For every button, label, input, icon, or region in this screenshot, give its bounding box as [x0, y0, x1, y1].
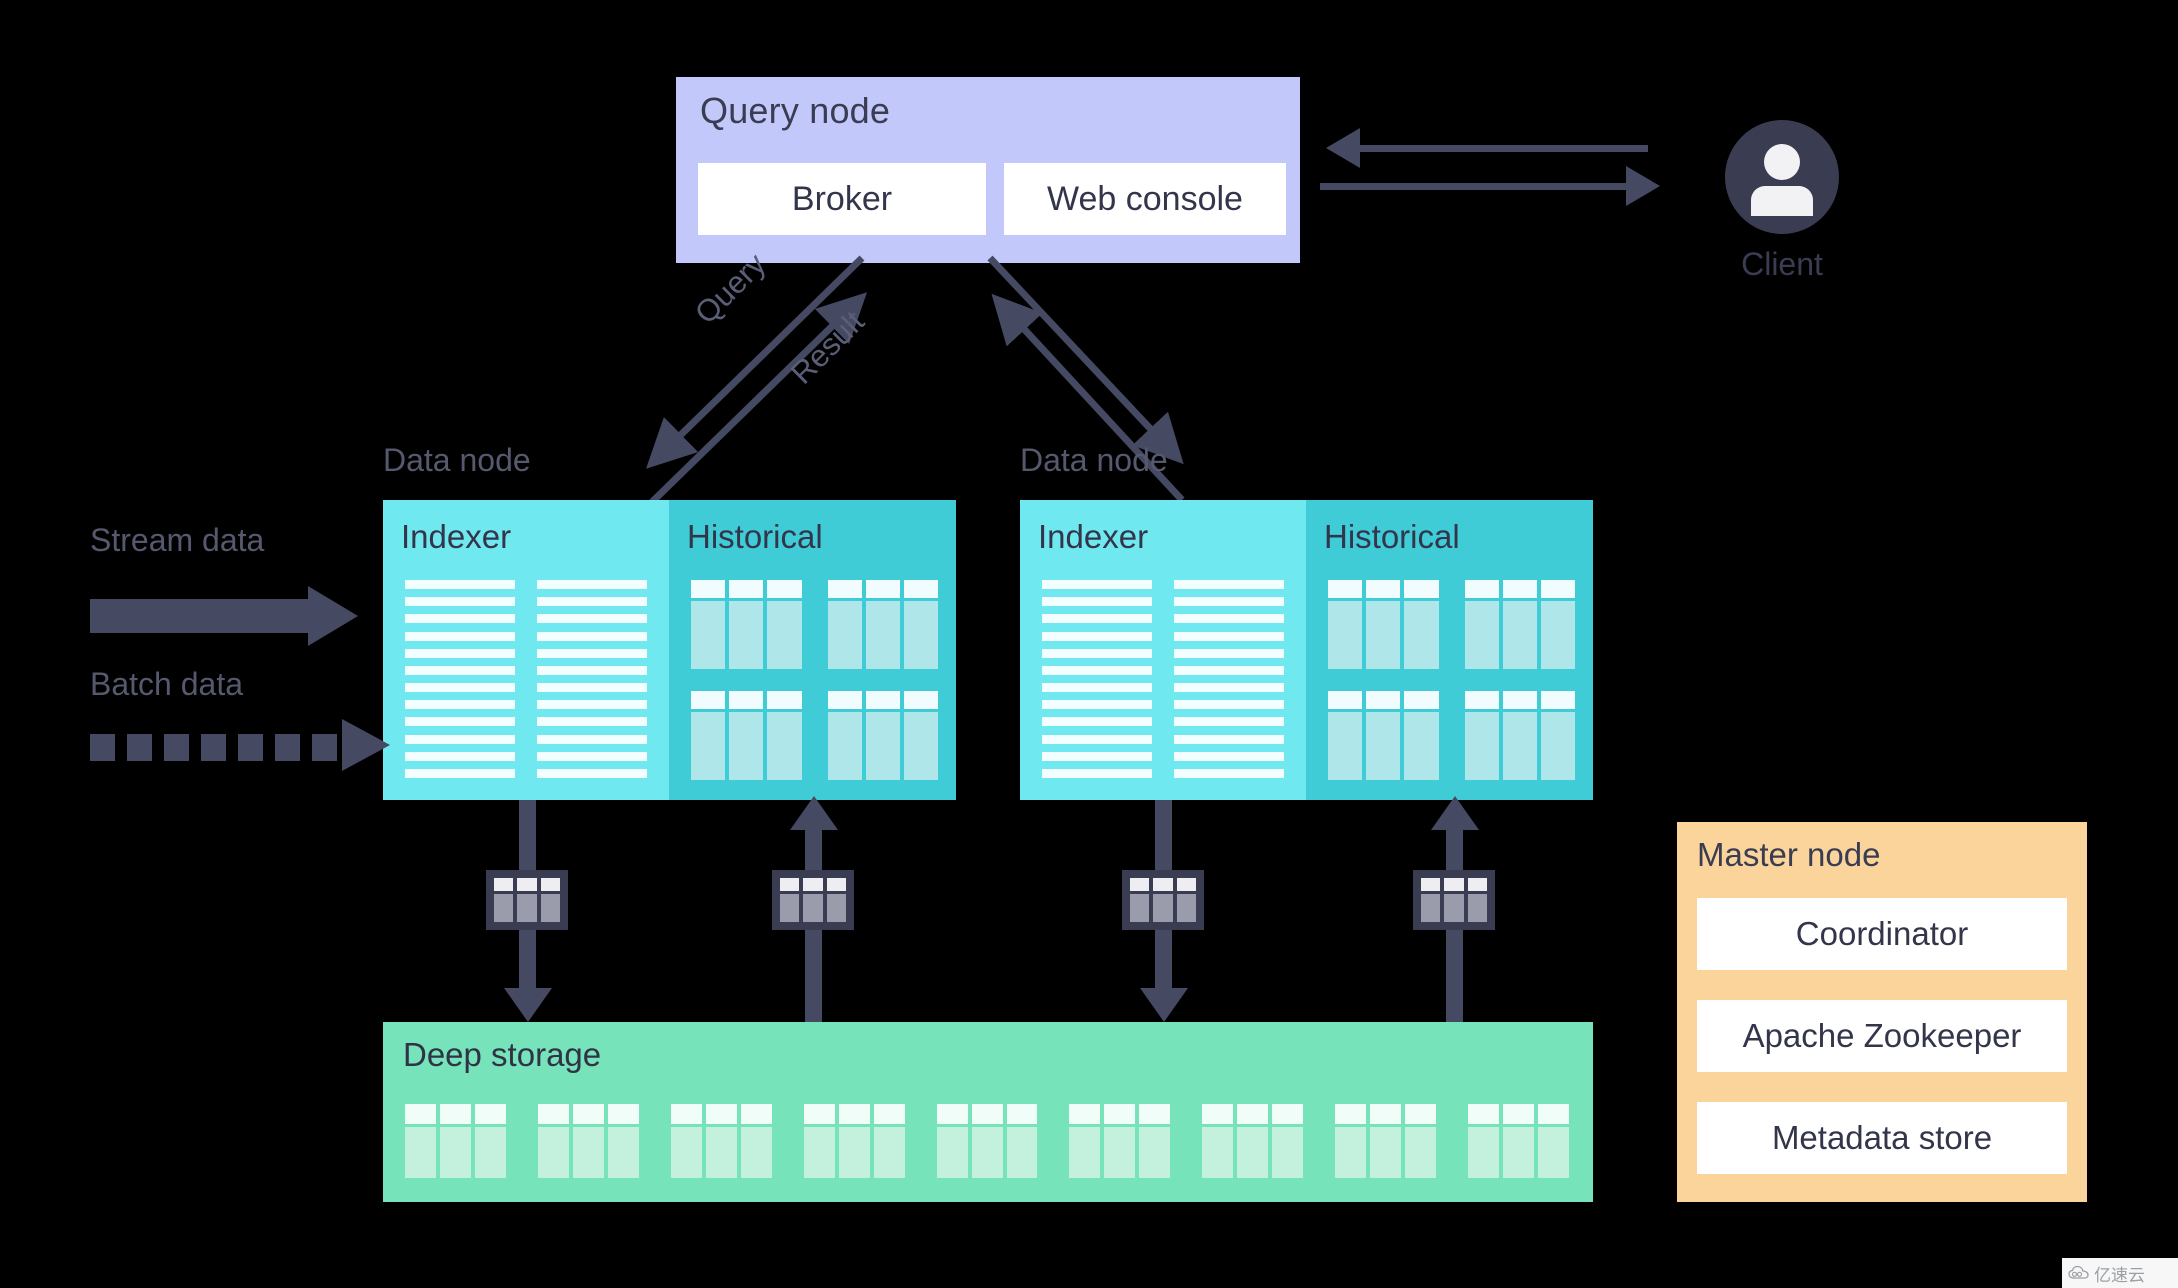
segment-block [1335, 1104, 1437, 1178]
web-console-box[interactable]: Web console [1004, 163, 1286, 235]
arrowhead-down-icon [504, 988, 552, 1022]
segment-icon [772, 870, 854, 930]
data-node-2-caption: Data node [1020, 442, 1168, 478]
segment-block [670, 1104, 772, 1178]
indexer-pane-2: Indexer [1020, 500, 1306, 800]
historical-segments-1 [691, 580, 939, 780]
segment-block [827, 691, 939, 780]
person-body-icon [1751, 186, 1813, 216]
data-node-1: Indexer Historical [383, 500, 956, 800]
deep-storage-title: Deep storage [403, 1036, 602, 1073]
indexer-pane-1: Indexer [383, 500, 669, 800]
broker-box[interactable]: Broker [698, 163, 986, 235]
client-to-query-line [1320, 183, 1630, 190]
deep-storage-panel: Deep storage [383, 1022, 1593, 1202]
arrowhead-up-icon [790, 796, 838, 830]
master-node-title: Master node [1697, 836, 1881, 873]
watermark: 亿速云 [2062, 1258, 2178, 1288]
arrowhead-down-icon [1140, 988, 1188, 1022]
segment-block [827, 580, 939, 669]
coordinator-box[interactable]: Coordinator [1697, 898, 2067, 970]
segment-block [691, 691, 802, 780]
batch-dashes [90, 734, 337, 761]
metadata-store-box[interactable]: Metadata store [1697, 1102, 2067, 1174]
result-to-client-line [1360, 145, 1648, 152]
historical-title-1: Historical [687, 518, 823, 555]
query-arrow-line-2 [987, 255, 1184, 465]
segment-icon [1413, 870, 1495, 930]
historical-pane-2: Historical [1306, 500, 1593, 800]
watermark-text: 亿速云 [2094, 1265, 2145, 1285]
cloud-icon [2068, 1265, 2089, 1279]
segment-block [1328, 580, 1439, 669]
batch-data-arrow [90, 719, 400, 771]
segment-block [1069, 1104, 1171, 1178]
zookeeper-box[interactable]: Apache Zookeeper [1697, 1000, 2067, 1072]
indexer-rows-1 [405, 580, 647, 778]
batch-data-label: Batch data [90, 666, 243, 702]
segment-block [537, 1104, 639, 1178]
client-label: Client [1741, 246, 1823, 282]
segment-block [1468, 1104, 1570, 1178]
indexer-column [1042, 580, 1152, 778]
arrowhead-right-icon [1626, 166, 1660, 206]
historical-title-2: Historical [1324, 518, 1460, 555]
segment-block [1328, 691, 1439, 780]
segment-block [691, 580, 802, 669]
segment-block [405, 1104, 506, 1178]
segment-block [936, 1104, 1038, 1178]
segment-icon [1122, 870, 1204, 930]
stream-data-label: Stream data [90, 522, 265, 558]
indexer-column [405, 580, 515, 778]
stream-data-arrow [90, 586, 360, 646]
segment-block [1464, 691, 1576, 780]
segment-block [1202, 1104, 1304, 1178]
indexer-rows-2 [1042, 580, 1284, 778]
master-node-panel: Master node Coordinator Apache Zookeeper… [1677, 822, 2087, 1202]
arrowhead-up-icon [1431, 796, 1479, 830]
client-group: Client [1677, 120, 1887, 283]
segment-block [1464, 580, 1576, 669]
query-node-panel: Query node Broker Web console [676, 77, 1300, 263]
deep-storage-segments [405, 1104, 1570, 1178]
data-node-1-caption: Data node [383, 442, 531, 478]
segment-icon [486, 870, 568, 930]
indexer-column [1174, 580, 1284, 778]
indexer-column [537, 580, 647, 778]
person-icon [1725, 120, 1839, 234]
historical-pane-1: Historical [669, 500, 956, 800]
query-node-title: Query node [700, 90, 891, 131]
segment-block [803, 1104, 905, 1178]
arrowhead-left-icon [1326, 128, 1360, 168]
data-node-2: Indexer Historical [1020, 500, 1593, 800]
indexer-title-1: Indexer [401, 518, 512, 555]
historical-segments-2 [1328, 580, 1576, 780]
indexer-title-2: Indexer [1038, 518, 1149, 555]
diagram-canvas: Query node Broker Web console Client Que… [0, 0, 2178, 1288]
person-head-icon [1764, 144, 1800, 180]
